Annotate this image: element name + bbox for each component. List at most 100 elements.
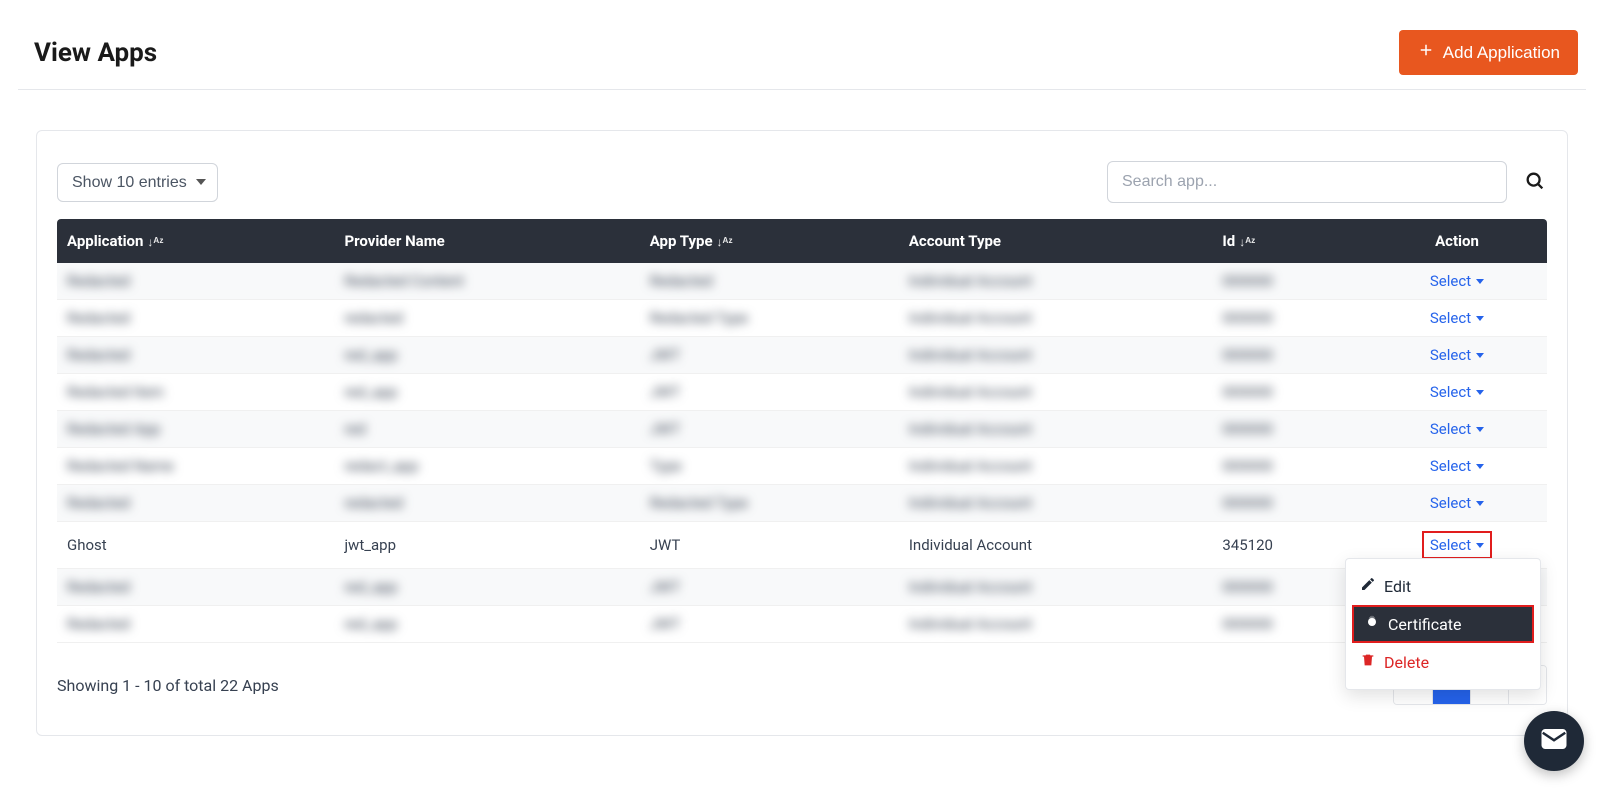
sort-icon: ↓ᴬᶻ	[147, 235, 163, 249]
cell-action: Select	[1367, 485, 1547, 522]
trash-icon	[1360, 652, 1376, 672]
cell-apptype: JWT	[640, 337, 899, 374]
select-action-button[interactable]: Select	[1430, 272, 1484, 290]
dropdown-delete[interactable]: Delete	[1346, 645, 1540, 679]
select-action-label: Select	[1430, 457, 1471, 475]
cell-application: Ghost	[57, 522, 334, 569]
dropdown-delete-label: Delete	[1384, 653, 1429, 672]
cell-provider: red_app	[334, 569, 639, 606]
cell-apptype: Type	[640, 448, 899, 485]
cell-id: 000000	[1212, 606, 1367, 643]
select-action-label: Select	[1430, 536, 1471, 554]
dropdown-certificate[interactable]: Certificate	[1352, 605, 1534, 643]
page-title: View Apps	[34, 38, 157, 68]
cell-application: Redacted	[57, 263, 334, 300]
search-input[interactable]	[1107, 161, 1507, 203]
cell-apptype: Redacted Type	[640, 300, 899, 337]
col-id[interactable]: Id ↓ᴬᶻ	[1212, 219, 1367, 263]
cell-id: 000000	[1212, 300, 1367, 337]
caret-down-icon	[1476, 353, 1484, 358]
apps-table: Application↓ᴬᶻ Provider Name App Type↓ᴬᶻ…	[57, 219, 1547, 643]
table-row: Ghostjwt_appJWTIndividual Account345120S…	[57, 522, 1547, 569]
search-icon	[1524, 180, 1546, 195]
cell-application: Redacted	[57, 606, 334, 643]
select-action-button[interactable]: Select	[1430, 383, 1484, 401]
cell-application: Redacted App	[57, 411, 334, 448]
col-apptype-label: App Type	[650, 232, 713, 250]
cell-application: Redacted	[57, 337, 334, 374]
chat-fab-button[interactable]	[1524, 711, 1584, 771]
table-body: RedactedRedacted ContentRedactedIndividu…	[57, 263, 1547, 643]
col-id-label: Id	[1222, 232, 1235, 250]
search-button[interactable]	[1523, 170, 1547, 194]
cell-action: Select	[1367, 411, 1547, 448]
sort-icon: ↓ᴬᶻ	[1239, 235, 1255, 249]
cell-application: Redacted	[57, 569, 334, 606]
col-accounttype[interactable]: Account Type	[899, 219, 1213, 263]
add-application-label: Add Application	[1443, 43, 1560, 63]
table-row: RedactedRedacted ContentRedactedIndividu…	[57, 263, 1547, 300]
col-provider[interactable]: Provider Name	[334, 219, 639, 263]
cell-action: Select	[1367, 448, 1547, 485]
cell-provider: redacted	[334, 300, 639, 337]
col-apptype[interactable]: App Type↓ᴬᶻ	[640, 219, 899, 263]
cell-id: 345120	[1212, 522, 1367, 569]
cell-accounttype: Individual Account	[899, 448, 1213, 485]
edit-icon	[1360, 576, 1376, 596]
col-application[interactable]: Application ↓ᴬᶻ	[57, 219, 334, 263]
col-accounttype-label: Account Type	[909, 232, 1001, 250]
add-application-button[interactable]: Add Application	[1399, 30, 1578, 75]
cell-apptype: JWT	[640, 374, 899, 411]
select-action-button[interactable]: Select	[1430, 420, 1484, 438]
table-row: Redactedred_appJWTIndividual Account0000…	[57, 606, 1547, 643]
cell-id: 000000	[1212, 374, 1367, 411]
apps-card: Show 10 entries Application ↓ᴬᶻ Provider …	[36, 130, 1568, 736]
cell-provider: redact_app	[334, 448, 639, 485]
cell-accounttype: Individual Account	[899, 337, 1213, 374]
select-action-button[interactable]: Select	[1430, 346, 1484, 364]
table-row: RedactedredactedRedacted TypeIndividual …	[57, 300, 1547, 337]
select-action-button[interactable]: Select	[1430, 494, 1484, 512]
select-action-button[interactable]: Select	[1422, 531, 1492, 559]
col-application-label: Application	[67, 232, 143, 250]
caret-down-icon	[1476, 464, 1484, 469]
table-row: Redacted Itemred_appJWTIndividual Accoun…	[57, 374, 1547, 411]
caret-down-icon	[1476, 279, 1484, 284]
table-row: Redactedred_appJWTIndividual Account0000…	[57, 337, 1547, 374]
col-action: Action	[1367, 219, 1547, 263]
select-action-button[interactable]: Select	[1430, 457, 1484, 475]
cell-accounttype: Individual Account	[899, 606, 1213, 643]
cell-action: Select	[1367, 337, 1547, 374]
cell-provider: red_app	[334, 337, 639, 374]
cell-application: Redacted	[57, 485, 334, 522]
cell-provider: red_app	[334, 374, 639, 411]
entries-select-wrap: Show 10 entries	[57, 163, 218, 202]
entries-select[interactable]: Show 10 entries	[57, 163, 218, 202]
caret-down-icon	[1476, 316, 1484, 321]
cell-action: SelectEditCertificateDelete	[1367, 522, 1547, 569]
select-action-label: Select	[1430, 420, 1471, 438]
cell-id: 000000	[1212, 337, 1367, 374]
cell-accounttype: Individual Account	[899, 569, 1213, 606]
cell-apptype: Redacted Type	[640, 485, 899, 522]
plus-icon	[1417, 41, 1435, 64]
cell-accounttype: Individual Account	[899, 411, 1213, 448]
cell-accounttype: Individual Account	[899, 485, 1213, 522]
cell-apptype: JWT	[640, 569, 899, 606]
select-action-label: Select	[1430, 383, 1471, 401]
result-count: Showing 1 - 10 of total 22 Apps	[57, 676, 279, 695]
dropdown-certificate-label: Certificate	[1388, 615, 1462, 634]
cell-id: 000000	[1212, 569, 1367, 606]
cell-apptype: JWT	[640, 606, 899, 643]
select-action-button[interactable]: Select	[1430, 309, 1484, 327]
cell-apptype: JWT	[640, 522, 899, 569]
cell-provider: redacted	[334, 485, 639, 522]
action-dropdown: Edit Certificate Delete	[1345, 558, 1541, 690]
caret-down-icon	[1476, 501, 1484, 506]
cell-application: Redacted	[57, 300, 334, 337]
cell-accounttype: Individual Account	[899, 522, 1213, 569]
dropdown-edit-label: Edit	[1384, 577, 1411, 596]
cell-action: Select	[1367, 263, 1547, 300]
dropdown-edit[interactable]: Edit	[1346, 569, 1540, 603]
page-header: View Apps Add Application	[18, 18, 1586, 90]
